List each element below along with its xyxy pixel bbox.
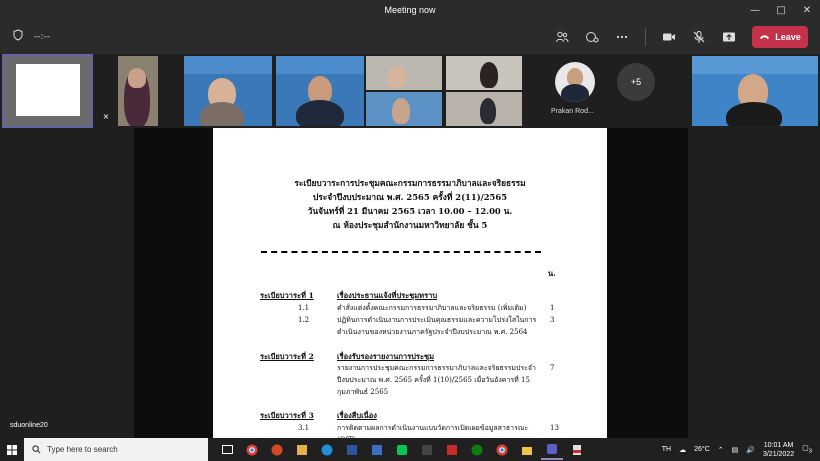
clock-date: 3/21/2022 [762,450,795,458]
toolbar-divider [645,28,646,46]
window-controls: — □ ✕ [742,0,820,20]
windows-start-icon[interactable] [0,438,24,461]
task-view-icon[interactable] [216,440,238,460]
network-icon[interactable]: ▤ [732,446,739,454]
doc-heading-line: วันจันทร์ที่ 21 มีนาคม 2565 เวลา 10.00 –… [307,206,513,216]
taskbar-search-box[interactable]: Type here to search [24,438,208,461]
item-text: ปฏิทินการดำเนินงานการประเมินคุณธรรมและคว… [337,316,537,336]
presenter-name-label: sduonline20 [6,420,52,431]
meeting-toolbar: --:-- Leave [0,20,820,54]
item-page: 1 [550,304,555,312]
minimize-icon[interactable]: — [742,0,768,20]
close-icon[interactable]: ✕ [794,0,820,20]
participant-tile[interactable] [446,92,522,126]
weather-icon[interactable]: ☁ [679,446,686,454]
notification-count: 3 [808,448,812,455]
more-options-icon[interactable] [609,25,635,49]
clock[interactable]: 10:01 AM 3/21/2022 [763,441,794,459]
share-screen-icon[interactable] [716,25,742,49]
file-explorer-icon[interactable] [516,440,538,460]
weather-temp[interactable]: 26°C [694,446,710,453]
participant-tile[interactable] [276,56,364,126]
participant-tile[interactable] [366,92,442,126]
leave-label: Leave [775,32,801,42]
teams-icon[interactable] [541,440,563,460]
search-icon [32,445,41,454]
shared-content-thumbnail[interactable] [2,54,93,128]
chrome-icon[interactable] [241,440,263,460]
doc-heading-line: ระเบียบวาระการประชุมคณะกรรมการธรรมาภิบาล… [294,178,526,188]
participant-tile[interactable] [366,56,442,90]
system-tray: TH ☁ 26°C ⌃ ▤ 🔊 10:01 AM 3/21/2022 ▢3 [662,438,820,461]
shared-document: ระเบียบวาระการประชุมคณะกรรมการธรรมาภิบาล… [213,128,607,438]
volume-icon[interactable]: 🔊 [746,446,755,454]
leave-button[interactable]: Leave [752,26,808,48]
doc-heading-line: ประจำปีงบประมาณ พ.ศ. 2565 ครั้งที่ 2(11)… [312,192,508,202]
participant-name-label: Prakan Rod... [551,108,594,115]
item-number: 1.1 [298,304,310,312]
item-page: 13 [550,424,559,432]
item-page: 3 [550,316,555,324]
shield-icon[interactable] [12,29,24,44]
powerpoint-icon[interactable] [266,440,288,460]
more-participants-button[interactable]: +5 [617,63,655,101]
participant-tile[interactable] [555,62,595,102]
participant-tile[interactable] [446,56,522,90]
window-title: Meeting now [384,5,436,15]
participant-tile[interactable] [184,56,272,126]
notification-icon[interactable]: ▢3 [802,444,812,454]
reactions-icon[interactable] [579,25,605,49]
participant-strip: ⨯ [0,54,820,128]
word-icon[interactable] [341,440,363,460]
title-bar: Meeting now — □ ✕ [0,0,820,20]
app-icon[interactable] [416,440,438,460]
agenda-subject: เรื่องประธานแจ้งที่ประชุมทราบ [337,291,438,300]
search-placeholder: Type here to search [47,445,118,454]
xbox-icon[interactable] [466,440,488,460]
edge-icon[interactable] [316,440,338,460]
line-icon[interactable] [391,440,413,460]
agenda-label: ระเบียบวาระที่ 2 [260,352,314,361]
agenda-label: ระเบียบวาระที่ 1 [260,291,314,300]
windows-taskbar: Type here to search TH ☁ 26°C ⌃ ▤ 🔊 10:0… [0,438,820,461]
phone-hangup-icon [760,35,770,40]
item-text: รายงานการประชุมคณะกรรมการธรรมาภิบาลและจร… [337,364,536,396]
taskbar-apps [216,440,588,460]
tray-overflow-icon[interactable]: ⌃ [718,446,724,454]
camera-icon[interactable] [656,25,682,49]
maximize-icon[interactable]: □ [768,0,794,20]
doc-heading-line: ณ ห้องประชุมสำนักงานมหาวิทยาลัย ชั้น 5 [332,220,488,230]
item-text: การติดตามผลการดำเนินงานแบบวัดการเปิดเผยข… [337,424,529,438]
agenda-label: ระเบียบวาระที่ 3 [260,411,314,420]
pdf-icon[interactable] [566,440,588,460]
item-number: 1.2 [298,316,310,324]
clock-time: 10:01 AM [763,441,794,449]
participant-tile[interactable] [692,56,818,126]
app-icon[interactable] [441,440,463,460]
dashed-divider [261,251,541,253]
item-page: 7 [550,364,555,372]
agenda-subject: เรื่องสืบเนื่อง [337,411,377,420]
file-icon[interactable] [291,440,313,460]
chrome-icon[interactable] [491,440,513,460]
mic-off-icon: ⨯ [102,111,110,121]
meeting-timer: --:-- [34,31,51,42]
excel-icon[interactable] [366,440,388,460]
item-number: 3.1 [298,424,310,432]
participants-icon[interactable] [549,25,575,49]
participant-tile[interactable] [118,56,158,126]
lang-indicator[interactable]: TH [662,446,671,453]
page-column-header: น. [548,269,556,278]
mic-off-icon[interactable] [686,25,712,49]
item-text: คำสั่งแต่งตั้งคณะกรรมการธรรมาภิบาลและจริ… [337,304,527,312]
